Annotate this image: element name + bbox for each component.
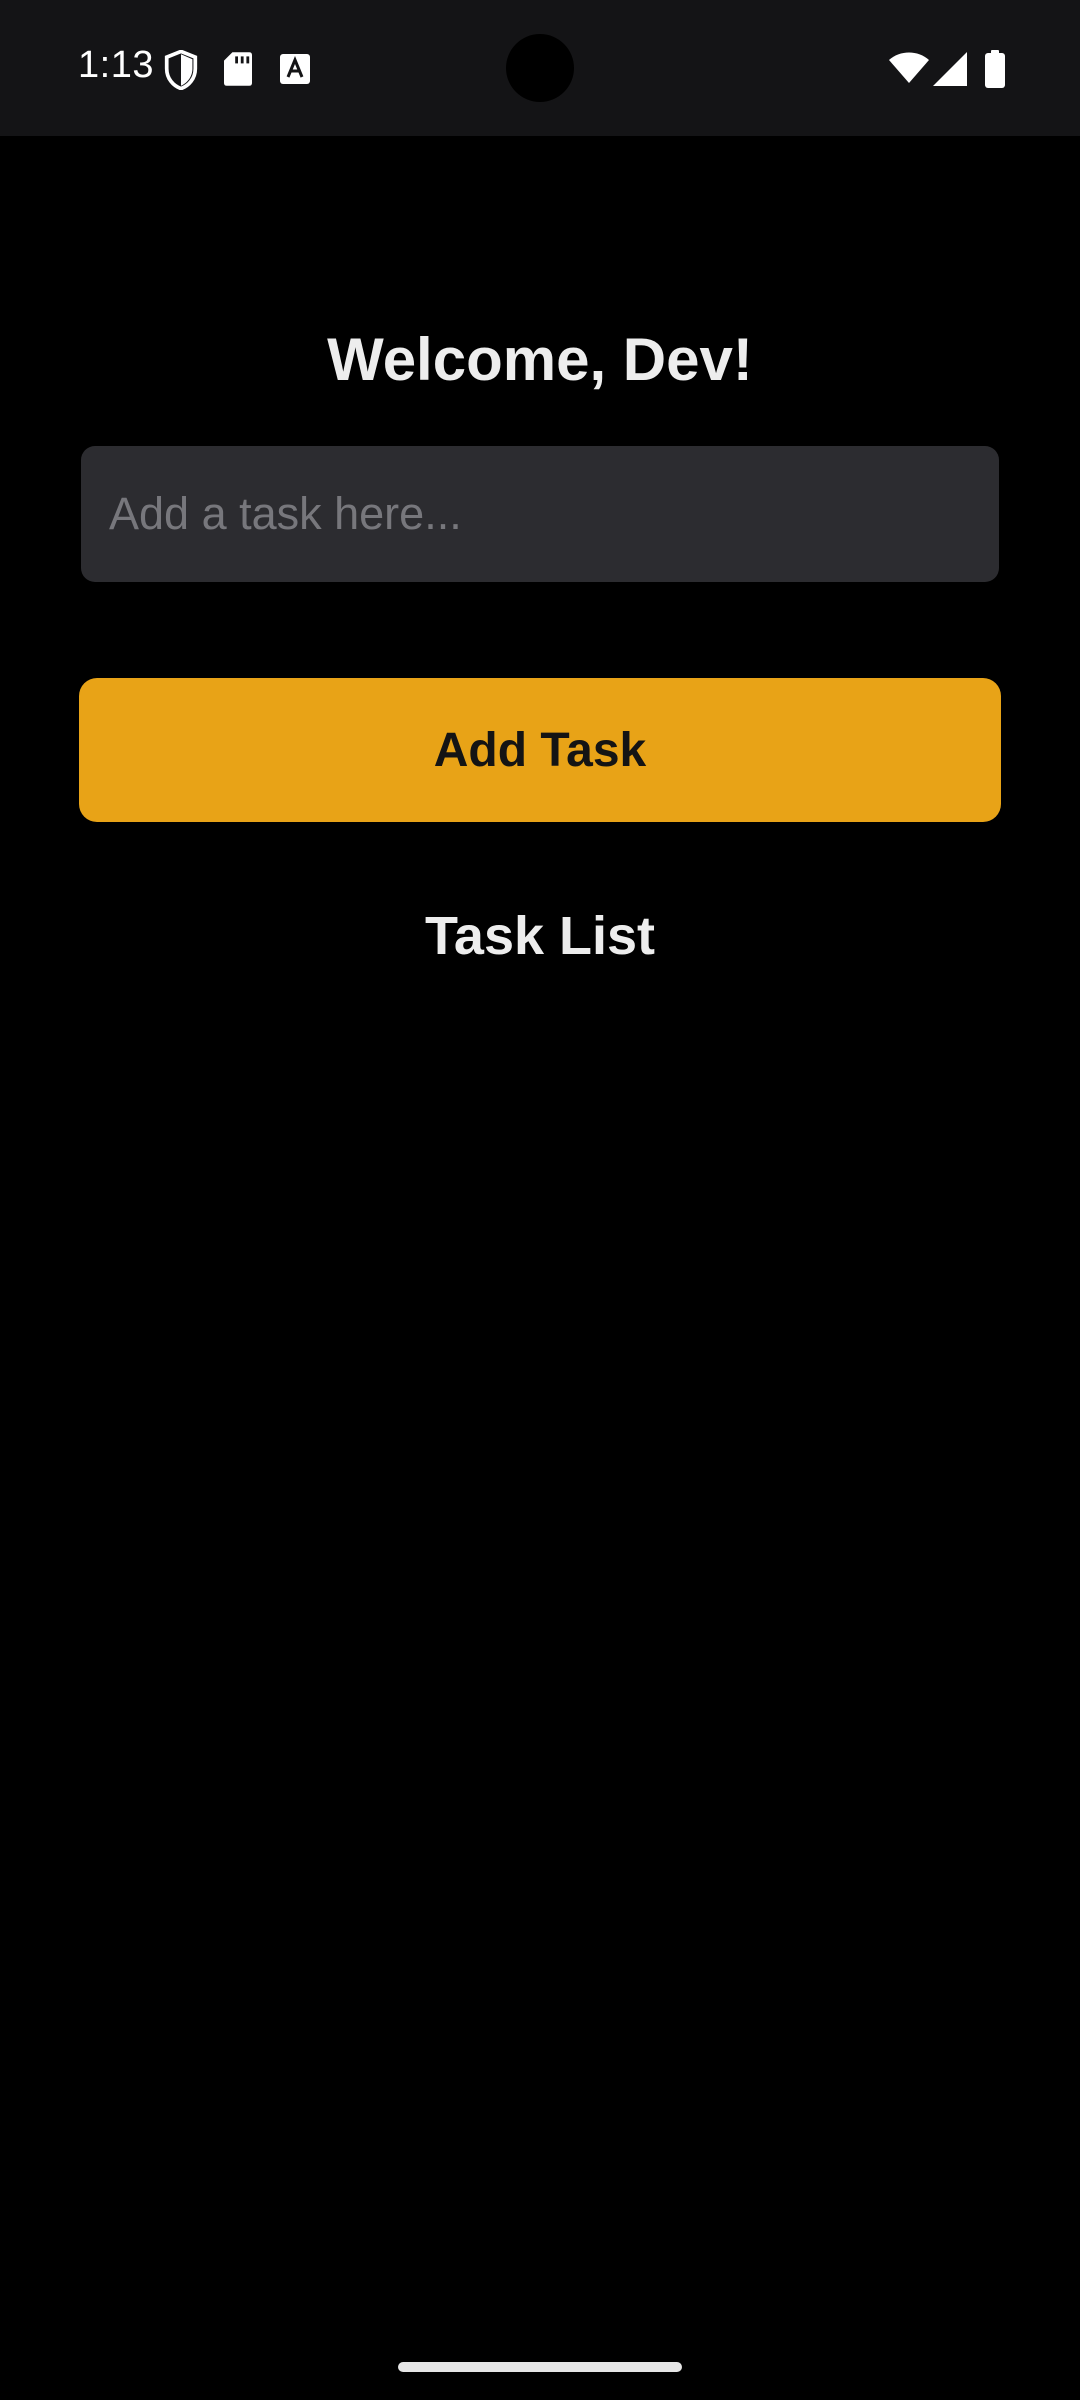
sd-card-icon xyxy=(224,52,252,86)
add-task-button[interactable]: Add Task xyxy=(79,678,1001,822)
task-list-heading: Task List xyxy=(424,906,656,966)
status-time: 1:13 xyxy=(78,44,154,86)
camera-cutout xyxy=(506,34,574,102)
status-bar: 1:13 xyxy=(0,0,1080,136)
home-indicator[interactable] xyxy=(398,2362,682,2372)
wifi-icon xyxy=(889,52,929,83)
text-a-icon xyxy=(280,54,310,84)
task-input[interactable] xyxy=(81,446,999,582)
battery-icon xyxy=(985,50,1005,88)
shield-icon xyxy=(164,50,198,90)
task-list xyxy=(81,1000,999,1010)
cell-signal-icon xyxy=(933,52,967,86)
welcome-title: Welcome, Dev! xyxy=(327,326,753,393)
